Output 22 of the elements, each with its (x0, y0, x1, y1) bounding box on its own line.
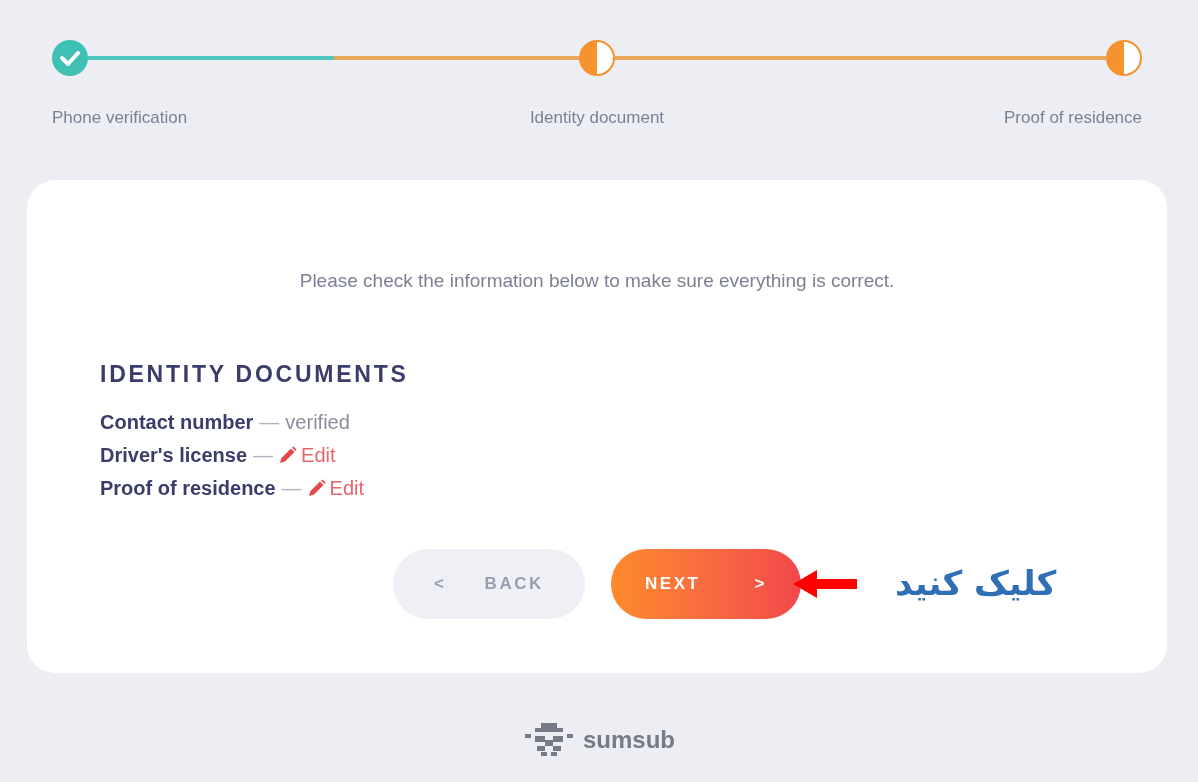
back-button[interactable]: < BACK (393, 548, 585, 619)
step-label: Phone verification (52, 107, 188, 129)
step-label: Identity document (529, 107, 665, 129)
dash-separator: — (259, 409, 280, 435)
annotation-text: کلیک کنید (895, 562, 1057, 605)
edit-link[interactable]: Edit (307, 471, 365, 505)
next-button[interactable]: NEXT > (611, 548, 801, 619)
logo-icon (523, 720, 575, 759)
dash-separator: — (281, 475, 302, 501)
arrow-icon (793, 569, 857, 598)
dash-separator: — (253, 442, 274, 468)
item-label: Driver's license (100, 442, 248, 468)
step-label: Proof of residence (1004, 107, 1142, 129)
edit-link[interactable]: Edit (279, 438, 336, 472)
item-label: Contact number (100, 409, 254, 435)
instruction-text: Please check the information below to make sure everything is correct. (298, 268, 896, 293)
section-title: IDENTITY DOCUMENTS (100, 360, 410, 389)
item-label: Proof of residence (100, 475, 276, 501)
pencil-icon (279, 446, 298, 464)
pencil-icon (307, 479, 326, 497)
status-text: verified (285, 409, 350, 435)
logo-text: sumsub (583, 724, 675, 755)
